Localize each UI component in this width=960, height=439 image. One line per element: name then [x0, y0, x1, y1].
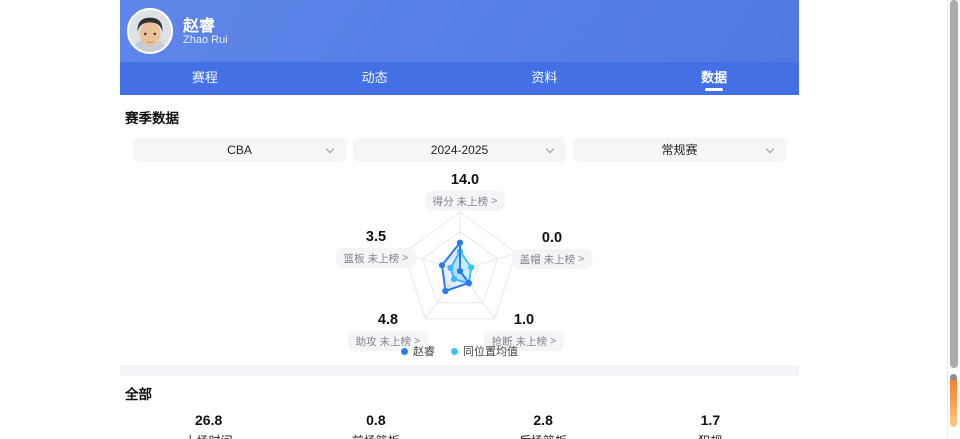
- chart-legend: 赵睿 同位置均值: [120, 343, 799, 359]
- tab-news-label: 动态: [362, 70, 388, 85]
- stat-label: 前场篮板: [292, 432, 459, 439]
- filter-row: CBA 2024-2025 常规赛: [120, 138, 799, 162]
- tab-schedule[interactable]: 赛程: [120, 62, 290, 95]
- player-name-en: Zhao Rui: [183, 34, 228, 46]
- blocks-rank-status: 未上榜: [544, 252, 576, 267]
- assists-value: 4.8: [348, 312, 429, 328]
- stat-value: 0.8: [292, 412, 459, 428]
- scrollbar-thumb[interactable]: [950, 0, 958, 368]
- season-dropdown[interactable]: 2024-2025: [353, 138, 566, 162]
- scrollbar-track[interactable]: [947, 0, 960, 439]
- profile-header: 赵睿 Zhao Rui: [120, 0, 799, 62]
- tab-data-label: 数据: [701, 70, 727, 85]
- legend-average-label: 同位置均值: [463, 343, 518, 359]
- stat-value: 26.8: [125, 412, 292, 428]
- stat-label: 犯规: [627, 432, 794, 439]
- stat-playing-time: 26.8 上场时间: [125, 412, 292, 439]
- league-dropdown-value: CBA: [227, 143, 252, 157]
- player-name: 赵睿: [183, 12, 215, 36]
- arrow-right-icon: >: [491, 195, 497, 207]
- all-stats-section: 全部 26.8 上场时间 0.8 前场篮板 2.8 后场篮板 1.7 犯规: [120, 376, 799, 439]
- scroll-marker-orange[interactable]: [950, 374, 957, 427]
- stat-label: 后场篮板: [460, 432, 627, 439]
- blocks-label: 盖帽: [520, 252, 541, 267]
- points-value: 14.0: [425, 172, 506, 188]
- stat-defensive-rebounds: 2.8 后场篮板: [460, 412, 627, 439]
- arrow-right-icon: >: [402, 252, 408, 264]
- rebounds-rank-badge[interactable]: 篮板 未上榜 >: [336, 248, 417, 268]
- rebounds-value: 3.5: [336, 229, 417, 245]
- rebounds-label: 篮板: [344, 251, 365, 266]
- stage-dropdown[interactable]: 常规赛: [573, 138, 786, 162]
- season-data-title: 赛季数据: [125, 107, 794, 127]
- tab-profile-label: 资料: [531, 70, 557, 85]
- player-avatar: [127, 8, 173, 54]
- tab-data[interactable]: 数据: [629, 62, 799, 95]
- chevron-down-icon: [546, 145, 554, 153]
- tab-news[interactable]: 动态: [290, 62, 460, 95]
- stage-dropdown-value: 常规赛: [661, 143, 697, 157]
- tab-schedule-label: 赛程: [192, 70, 218, 85]
- stat-label: 上场时间: [125, 432, 292, 439]
- section-divider: [120, 365, 799, 376]
- axis-rebounds: 3.5 篮板 未上榜 >: [336, 229, 417, 268]
- stats-row: 26.8 上场时间 0.8 前场篮板 2.8 后场篮板 1.7 犯规: [125, 412, 794, 439]
- rebounds-rank-status: 未上榜: [368, 251, 400, 266]
- blocks-value: 0.0: [512, 230, 593, 246]
- chevron-down-icon: [766, 145, 774, 153]
- legend-item-average[interactable]: 同位置均值: [451, 343, 518, 359]
- avatar-face-icon: [129, 10, 171, 52]
- player-data-page: 赵睿 Zhao Rui 赛程 动态 资料 数据 赛季数据 CBA: [0, 0, 960, 439]
- player-series-dot-icon: [401, 348, 408, 355]
- points-rank-status: 未上榜: [457, 194, 489, 209]
- season-dropdown-value: 2024-2025: [431, 143, 488, 157]
- points-label: 得分: [433, 194, 454, 209]
- axis-blocks: 0.0 盖帽 未上榜 >: [512, 230, 593, 269]
- stat-value: 2.8: [460, 412, 627, 428]
- all-stats-title: 全部: [125, 383, 794, 403]
- axis-points: 14.0 得分 未上榜 >: [425, 172, 506, 211]
- radar-chart-area: 14.0 得分 未上榜 > 0.0 盖帽 未上榜 > 1.0 抢断: [120, 162, 799, 365]
- points-rank-badge[interactable]: 得分 未上榜 >: [425, 191, 506, 211]
- active-tab-indicator: [705, 88, 723, 92]
- arrow-right-icon: >: [578, 253, 584, 265]
- nav-tab-bar: 赛程 动态 资料 数据: [120, 62, 799, 95]
- legend-player-label: 赵睿: [413, 343, 435, 359]
- stat-fouls: 1.7 犯规: [627, 412, 794, 439]
- legend-item-player[interactable]: 赵睿: [401, 343, 435, 359]
- stat-offensive-rebounds: 0.8 前场篮板: [292, 412, 459, 439]
- average-series-dot-icon: [451, 348, 458, 355]
- stat-value: 1.7: [627, 412, 794, 428]
- tab-profile[interactable]: 资料: [460, 62, 630, 95]
- league-dropdown[interactable]: CBA: [133, 138, 346, 162]
- chevron-down-icon: [326, 145, 334, 153]
- steals-value: 1.0: [484, 312, 565, 328]
- blocks-rank-badge[interactable]: 盖帽 未上榜 >: [512, 249, 593, 269]
- content-column: 赵睿 Zhao Rui 赛程 动态 资料 数据 赛季数据 CBA: [120, 0, 799, 439]
